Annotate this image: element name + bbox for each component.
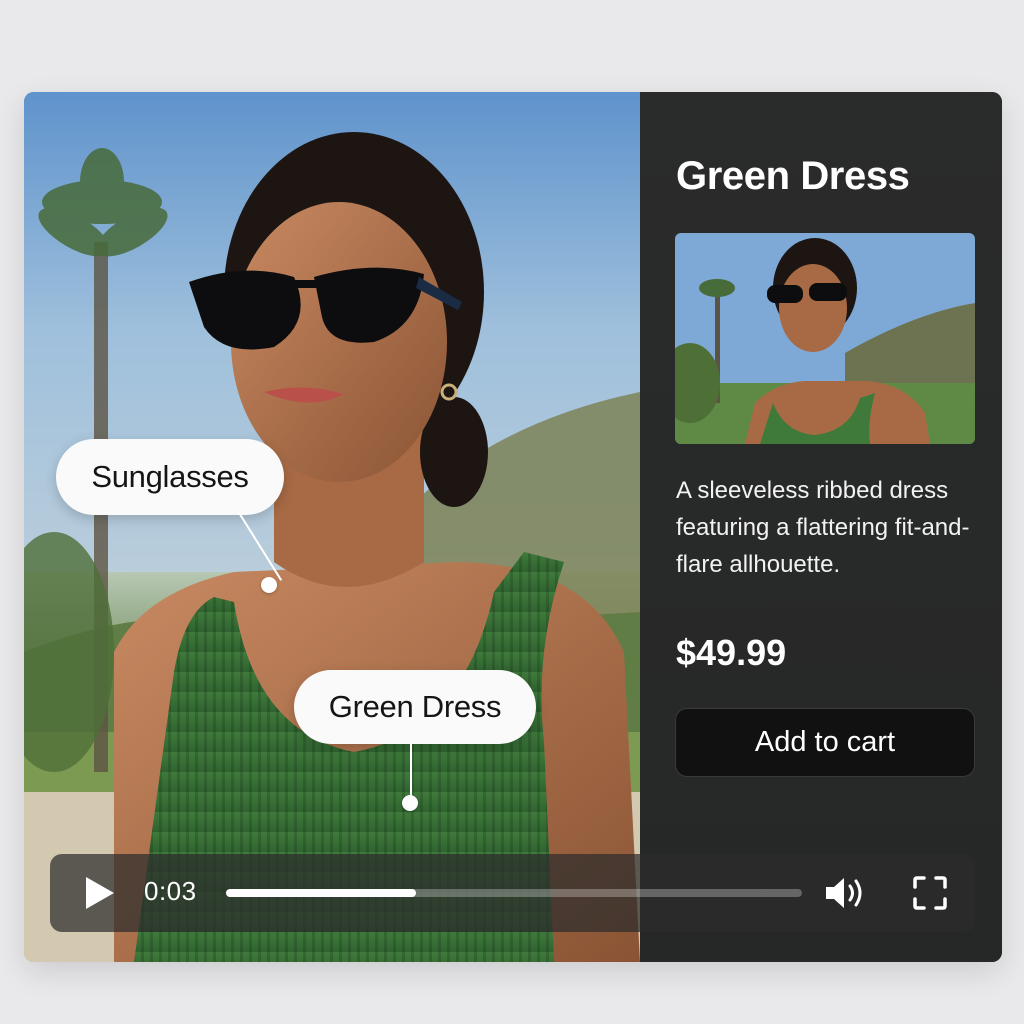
progress-bar[interactable] — [226, 889, 802, 897]
product-price: $49.99 — [676, 632, 787, 673]
tag-sunglasses[interactable]: Sunglasses — [56, 439, 284, 515]
progress-bar-fill — [226, 889, 417, 897]
product-description: A sleeveless ribbed dress featuring a fl… — [676, 477, 970, 578]
add-to-cart-button[interactable]: Add to cart — [675, 708, 975, 777]
video-frame-image — [24, 92, 640, 962]
tag-dress-hotspot[interactable] — [402, 795, 418, 811]
tag-sunglasses-hotspot[interactable] — [261, 577, 277, 593]
video-player[interactable]: Sunglasses Green Dress — [24, 92, 640, 962]
video-controls: 0:03 — [50, 854, 975, 932]
tag-dress-connector — [410, 744, 412, 796]
product-panel: Green Dress A sleeveless ribbed dress fe… — [640, 92, 1002, 962]
play-icon[interactable] — [80, 875, 118, 911]
product-thumbnail-image — [675, 233, 975, 444]
volume-icon[interactable] — [824, 874, 868, 912]
product-title: Green Dress — [676, 154, 910, 198]
product-thumbnail[interactable] — [675, 233, 975, 444]
fullscreen-icon[interactable] — [912, 875, 948, 911]
product-video-card: Sunglasses Green Dress Green Dress A sle… — [24, 92, 1002, 962]
playback-time: 0:03 — [144, 876, 197, 906]
tag-green-dress[interactable]: Green Dress — [294, 670, 536, 744]
